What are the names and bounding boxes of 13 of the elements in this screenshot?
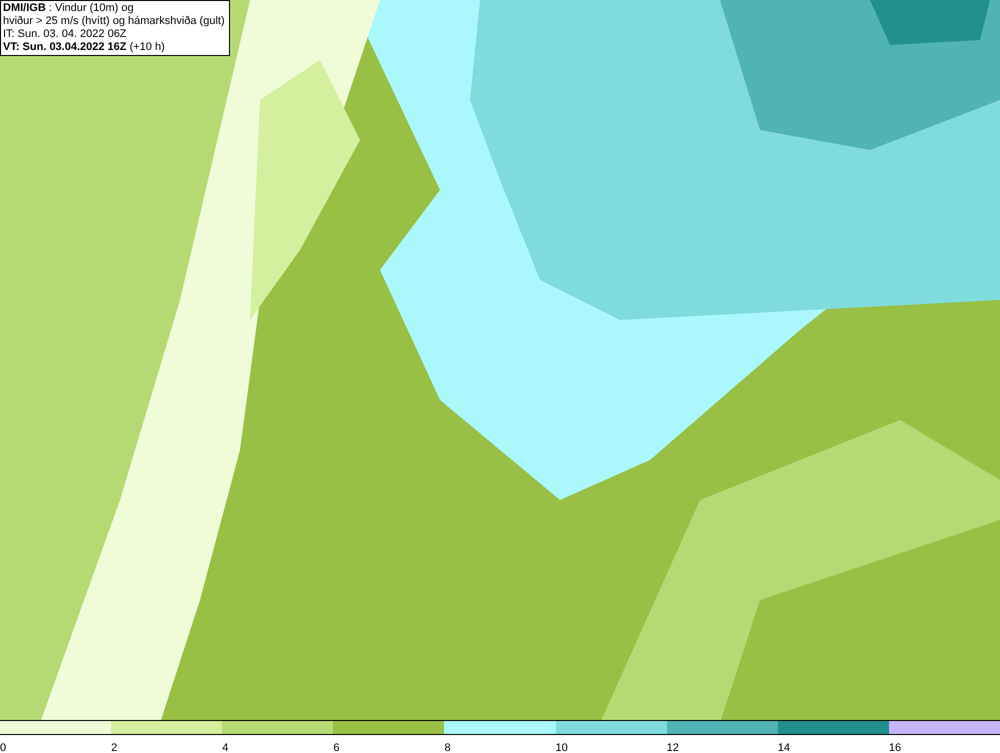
info-text: hviður > 25 m/s (hvítt) og hámarkshviða (gult) [3,15,226,28]
legend-label: 10 [556,742,568,753]
legend-label: 0 [0,742,6,753]
legend-label: 4 [222,742,228,753]
info-text: DMI/IGB : Vindur (10m) og [3,2,135,15]
legend-label: 16 [888,742,902,753]
legend-label: 8 [444,742,451,753]
legend-label: 14 [778,742,790,753]
info-text: IT: Sun. 03. 04. 2022 06Z [3,28,128,41]
legend-label: 12 [666,742,679,753]
info-text: VT: Sun. 03.04.2022 16Z (+10 h) [3,41,166,54]
legend-label: 6 [333,742,340,753]
legend-label: 2 [111,742,118,753]
